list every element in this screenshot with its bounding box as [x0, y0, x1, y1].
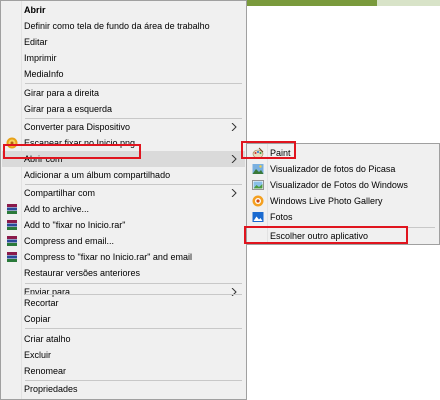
- menu-item-compress-rar-email[interactable]: Compress to "fixar no Inicio.rar" and em…: [2, 249, 245, 265]
- submenu-item-picasa[interactable]: Visualizador de fotos do Picasa: [248, 161, 438, 177]
- submenu-item-fotos[interactable]: Fotos: [248, 209, 438, 225]
- menu-item-adicionar-album[interactable]: Adicionar a um álbum compartilhado: [2, 167, 245, 183]
- submenu-item-paint[interactable]: Paint: [248, 145, 438, 161]
- menu-item-renomear[interactable]: Renomear: [2, 363, 245, 379]
- menu-item-add-archive[interactable]: Add to archive...: [2, 201, 245, 217]
- menu-item-abrir-com[interactable]: Abrir com: [2, 151, 245, 167]
- menu-item-recortar[interactable]: Recortar: [2, 295, 245, 311]
- chevron-right-icon: [231, 123, 237, 131]
- submenu-item-windows-photo-viewer[interactable]: Visualizador de Fotos do Windows: [248, 177, 438, 193]
- winrar-books-icon: [7, 252, 17, 262]
- menu-item-converter[interactable]: Converter para Dispositivo: [2, 119, 245, 135]
- picasa-icon: [252, 164, 264, 174]
- winrar-books-icon: [7, 204, 17, 214]
- menu-item-imprimir[interactable]: Imprimir: [2, 50, 245, 66]
- menu-separator: [25, 83, 242, 84]
- menu-item-copiar[interactable]: Copiar: [2, 311, 245, 327]
- menu-item-propriedades[interactable]: Propriedades: [2, 381, 245, 397]
- menu-item-restaurar[interactable]: Restaurar versões anteriores: [2, 265, 245, 281]
- chevron-right-icon: [231, 155, 237, 163]
- menu-item-criar-atalho[interactable]: Criar atalho: [2, 331, 245, 347]
- menu-item-set-wallpaper[interactable]: Definir como tela de fundo da área de tr…: [2, 18, 245, 34]
- menu-item-escanear[interactable]: Escanear fixar no Inicio.png: [2, 135, 245, 151]
- chevron-right-icon: [231, 189, 237, 197]
- photos-app-icon: [252, 212, 264, 222]
- open-with-submenu: Paint Visualizador de fotos do Picasa Vi…: [246, 143, 440, 245]
- submenu-item-escolher-outro[interactable]: Escolher outro aplicativo: [248, 228, 438, 244]
- paint-palette-icon: [252, 147, 264, 159]
- shield-scan-icon: [6, 137, 18, 149]
- live-gallery-icon: [252, 195, 264, 207]
- winrar-books-icon: [7, 220, 17, 230]
- menu-item-compress-email[interactable]: Compress and email...: [2, 233, 245, 249]
- menu-item-mediainfo[interactable]: MediaInfo: [2, 66, 245, 82]
- background-window-strip: [247, 0, 440, 6]
- menu-item-girar-direita[interactable]: Girar para a direita: [2, 85, 245, 101]
- menu-item-editar[interactable]: Editar: [2, 34, 245, 50]
- photo-viewer-icon: [252, 180, 264, 190]
- menu-separator: [25, 328, 242, 329]
- menu-item-abrir[interactable]: Abrir: [2, 2, 245, 18]
- menu-item-girar-esquerda[interactable]: Girar para a esquerda: [2, 101, 245, 117]
- context-menu: Abrir Definir como tela de fundo da área…: [0, 0, 247, 400]
- winrar-books-icon: [7, 236, 17, 246]
- menu-item-excluir[interactable]: Excluir: [2, 347, 245, 363]
- submenu-item-live-photo-gallery[interactable]: Windows Live Photo Gallery: [248, 193, 438, 209]
- menu-item-add-rar[interactable]: Add to "fixar no Inicio.rar": [2, 217, 245, 233]
- menu-item-compartilhar[interactable]: Compartilhar com: [2, 185, 245, 201]
